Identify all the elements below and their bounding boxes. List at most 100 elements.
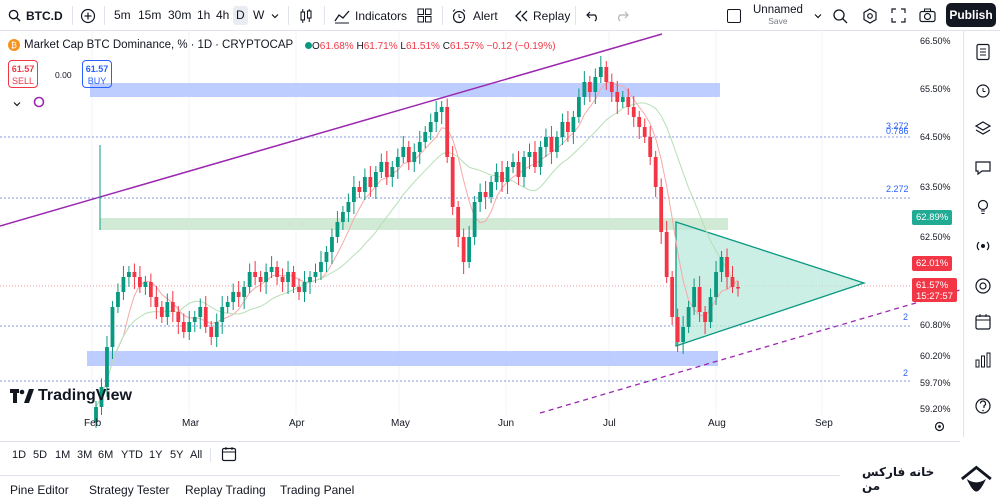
tab-trading-panel[interactable]: Trading Panel: [280, 483, 354, 497]
quick-search-button[interactable]: [832, 0, 848, 31]
price-axis-label: 63.50%: [920, 182, 951, 192]
tab-strategy-tester[interactable]: Strategy Tester: [89, 483, 169, 497]
candle: [225, 302, 230, 307]
candle: [516, 162, 521, 177]
price-axis[interactable]: 66.50% 65.50% 64.50% 63.50% 62.50% 60.80…: [912, 31, 962, 437]
range-ytd[interactable]: YTD: [121, 449, 143, 461]
candle: [467, 237, 472, 262]
range-6m[interactable]: 6M: [98, 449, 113, 461]
alert-label: Alert: [473, 8, 498, 23]
timeframe-4h[interactable]: 4h: [213, 6, 232, 25]
sync-button[interactable]: [33, 95, 45, 113]
candle: [648, 137, 653, 157]
buy-button[interactable]: 61.57 BUY: [82, 60, 112, 88]
support-zone-blue: [87, 351, 718, 366]
candle: [736, 287, 740, 289]
settings-button[interactable]: [862, 0, 878, 31]
range-5y[interactable]: 5Y: [170, 449, 183, 461]
brand-logo-icon: [961, 465, 993, 492]
time-axis-label: May: [391, 418, 410, 429]
candle: [439, 107, 444, 112]
ideas-icon[interactable]: [974, 198, 992, 216]
tab-pine-editor[interactable]: Pine Editor: [10, 483, 69, 497]
candle: [664, 232, 669, 277]
candle: [373, 172, 378, 187]
range-all[interactable]: All: [190, 449, 202, 461]
undo-icon: [586, 11, 597, 21]
right-sidebar: [963, 31, 1000, 437]
broadcast-icon[interactable]: [974, 237, 992, 255]
candle: [384, 162, 389, 177]
replay-button[interactable]: Replay: [513, 0, 570, 31]
support-zone-green: [100, 218, 728, 230]
range-3m[interactable]: 3M: [77, 449, 92, 461]
indicators-label: Indicators: [355, 8, 408, 23]
candle: [192, 317, 197, 322]
publish-button[interactable]: Publish: [946, 3, 996, 27]
timeframe-w[interactable]: W: [250, 6, 267, 25]
fullscreen-button[interactable]: [891, 0, 906, 31]
camera-icon: [919, 8, 936, 23]
go-to-date-icon[interactable]: [221, 446, 237, 462]
candle: [620, 97, 625, 102]
candle: [593, 77, 598, 92]
candle: [143, 282, 148, 287]
indicators-button[interactable]: Indicators: [334, 0, 407, 31]
timeframe-5m[interactable]: 5m: [111, 6, 134, 25]
chevron-down-icon: [13, 102, 21, 107]
axis-settings-button[interactable]: [934, 419, 945, 437]
candle: [412, 152, 417, 162]
time-axis-label: Sep: [815, 418, 833, 429]
legend-title: Market Cap BTC Dominance, %: [24, 39, 188, 51]
alert-button[interactable]: Alert: [451, 0, 498, 31]
candle: [313, 272, 318, 277]
candle: [598, 67, 603, 77]
candle: [582, 82, 587, 97]
series-legend[interactable]: ₿ Market Cap BTC Dominance, % · 1D · CRY…: [8, 39, 313, 51]
top-toolbar: BTC.D 5m 15m 30m 1h 4h D W Indicators Al…: [0, 0, 1000, 31]
candle: [176, 312, 181, 322]
market-data-icon[interactable]: [974, 351, 992, 369]
candle: [286, 272, 290, 282]
fib-label: 2.272: [886, 184, 909, 194]
range-5d[interactable]: 5D: [33, 449, 47, 461]
undo-button[interactable]: [586, 0, 600, 31]
candle: [209, 327, 214, 337]
help-icon[interactable]: [974, 397, 992, 415]
tab-replay-trading[interactable]: Replay Trading: [185, 483, 266, 497]
range-1d[interactable]: 1D: [12, 449, 26, 461]
watchlist-icon[interactable]: [974, 43, 992, 61]
layout-name-button[interactable]: Unnamed Save: [727, 0, 823, 31]
candle: [203, 307, 208, 327]
layers-icon[interactable]: [974, 120, 992, 138]
collapse-legend-button[interactable]: [12, 96, 22, 114]
price-chart[interactable]: [0, 31, 960, 437]
sell-button[interactable]: 61.57 SELL: [8, 60, 38, 88]
alarm-icon[interactable]: [974, 81, 992, 99]
snapshot-button[interactable]: [919, 0, 936, 31]
timeframe-30m[interactable]: 30m: [165, 6, 194, 25]
range-1y[interactable]: 1Y: [149, 449, 162, 461]
symbol-search[interactable]: BTC.D: [8, 0, 63, 31]
timeframe-d[interactable]: D: [233, 6, 248, 25]
timeframe-dropdown[interactable]: [270, 0, 280, 31]
time-axis[interactable]: Feb Mar Apr May Jun Jul Aug Sep: [0, 418, 910, 436]
timeframe-1h[interactable]: 1h: [194, 6, 213, 25]
price-axis-label: 60.20%: [920, 351, 951, 361]
candle: [478, 192, 483, 202]
candle: [527, 152, 532, 157]
chart-type-button[interactable]: [298, 0, 314, 31]
chat-icon[interactable]: [974, 159, 992, 177]
stream-icon[interactable]: [974, 277, 992, 295]
candle: [159, 307, 164, 317]
compare-button[interactable]: [80, 0, 96, 31]
redo-button[interactable]: [615, 0, 629, 31]
layouts-button[interactable]: [417, 0, 432, 31]
candle: [220, 307, 225, 322]
candle: [533, 152, 537, 167]
timeframe-15m[interactable]: 15m: [135, 6, 164, 25]
candle: [379, 162, 384, 172]
range-1m[interactable]: 1M: [55, 449, 70, 461]
calendar-icon[interactable]: [974, 313, 992, 331]
candle: [417, 142, 422, 152]
